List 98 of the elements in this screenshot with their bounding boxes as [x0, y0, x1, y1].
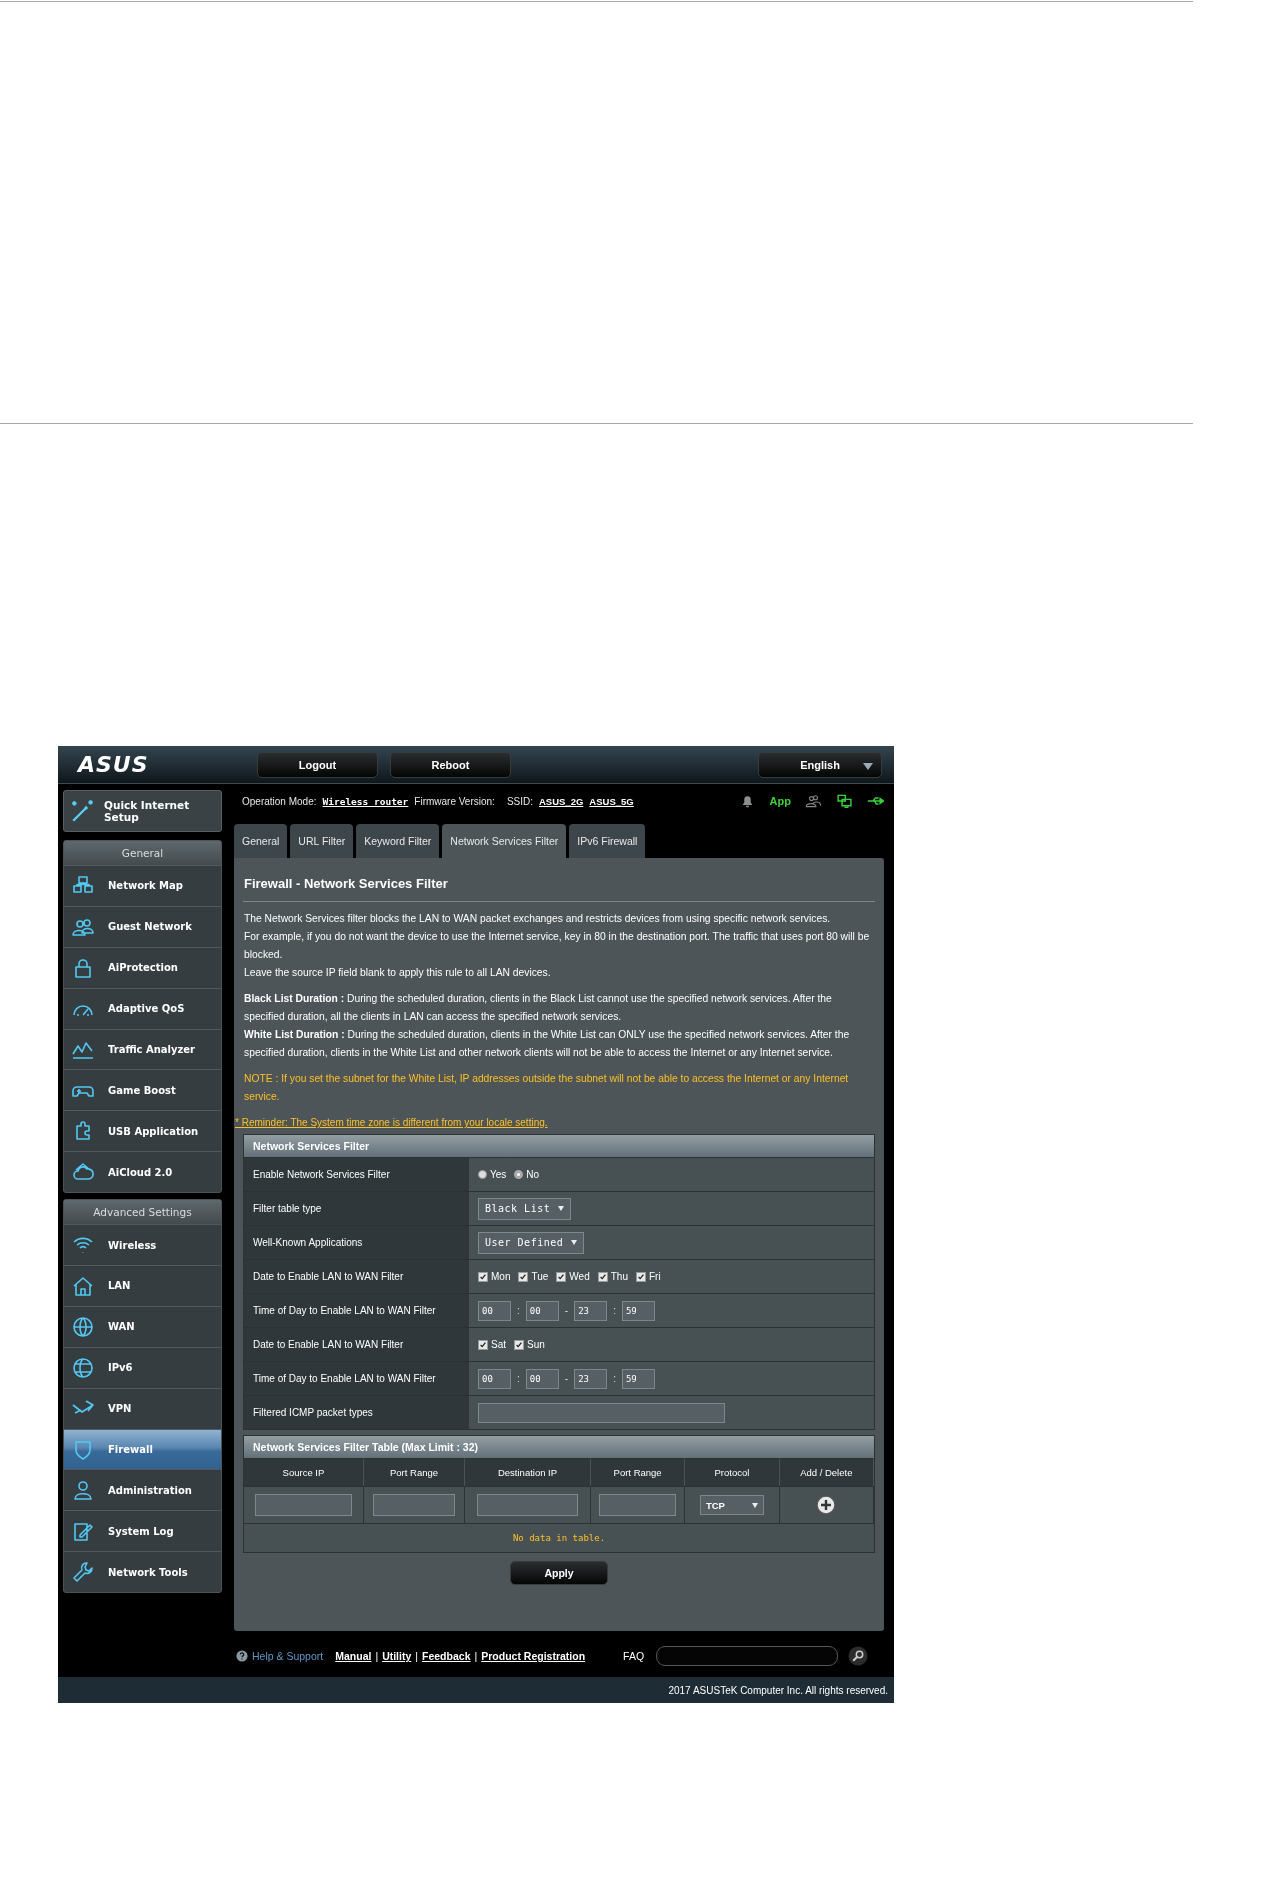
field-label: Date to Enable LAN to WAN Filter	[244, 1328, 469, 1361]
menu-section-title: General	[64, 841, 221, 865]
paragraph: White List Duration : During the scheduled duration, clients in the White List can ONLY use the specified network services. After the specified duration, clients in the White List and other network clients will not be able to access the Internet or any Internet service.	[243, 1028, 851, 1060]
time-separator: :	[517, 1305, 520, 1316]
footer-link[interactable]: Feedback	[422, 1650, 471, 1662]
field-label: Well-Known Applications	[244, 1226, 469, 1259]
sidebar-item[interactable]: Network Tools	[64, 1551, 221, 1593]
field-label: Filtered ICMP packet types	[244, 1396, 469, 1429]
faq-label: FAQ	[623, 1650, 645, 1662]
apply-button[interactable]: Apply	[510, 1561, 608, 1585]
time-field[interactable]: 00	[525, 1300, 559, 1321]
field-label: Enable Network Services Filter	[244, 1158, 469, 1191]
paragraph: The Network Services filter blocks the LAN to WAN packet exchanges and restricts devices from using specific network services.	[243, 912, 832, 926]
time-field[interactable]: 00	[525, 1368, 559, 1389]
field-label: Time of Day to Enable LAN to WAN Filter	[244, 1362, 469, 1395]
option-label: Sat	[491, 1339, 506, 1350]
language-dropdown[interactable]: English	[758, 751, 882, 778]
operation-mode-link[interactable]: Wireless router	[322, 795, 409, 807]
sidebar-item[interactable]: Guest Network	[64, 905, 221, 947]
time-field[interactable]: 23	[574, 1368, 608, 1389]
column-header: Port Range	[363, 1458, 466, 1486]
header-button[interactable]: Logout	[257, 751, 378, 778]
sidebar-item[interactable]: Traffic Analyzer	[64, 1028, 221, 1070]
time-separator: :	[613, 1305, 616, 1316]
sidebar-item[interactable]: AiProtection	[64, 946, 221, 988]
footer-link[interactable]: Utility	[382, 1650, 412, 1662]
operation-mode-label: Operation Mode:	[242, 795, 317, 807]
firmware-label: Firmware Version:	[414, 795, 495, 807]
time-field[interactable]: 00	[478, 1300, 511, 1321]
empty-message: No data in table.	[512, 1533, 606, 1543]
section-header: Network Services Filter	[244, 1135, 874, 1157]
ssid-label: SSID:	[506, 795, 533, 807]
field-label: Date to Enable LAN to WAN Filter	[244, 1260, 469, 1293]
time-separator: -	[564, 1305, 569, 1316]
dropdown[interactable]: Black List	[478, 1197, 572, 1220]
section-header: Network Services Filter Table (Max Limit : 32)	[244, 1436, 874, 1458]
sidebar-item[interactable]: Firewall	[64, 1428, 221, 1470]
time-field[interactable]: 59	[621, 1368, 655, 1389]
time-separator: :	[613, 1373, 616, 1384]
sidebar-item[interactable]: VPN	[64, 1387, 221, 1429]
option-label: Thu	[610, 1271, 628, 1282]
column-header: Protocol	[685, 1458, 780, 1486]
paragraph: For example, if you do not want the device to use the Internet service, key in 80 in the destination port. The traffic that uses port 80 will be blocked.	[243, 930, 871, 962]
column-header: Add / Delete	[779, 1458, 874, 1486]
tab[interactable]: Network Services Filter	[442, 824, 567, 858]
sidebar-item[interactable]: Network Map	[64, 865, 221, 906]
logo: ASUS	[78, 752, 149, 777]
sidebar-item[interactable]: Adaptive QoS	[64, 987, 221, 1029]
ssid-link[interactable]: ASUS_2G	[539, 795, 584, 807]
tab[interactable]: Keyword Filter	[356, 824, 440, 858]
tab[interactable]: URL Filter	[290, 824, 354, 858]
page-title: Firewall - Network Services Filter	[243, 876, 449, 891]
sidebar-item[interactable]: WAN	[64, 1305, 221, 1347]
time-field[interactable]: 23	[574, 1300, 608, 1321]
option-label: Tue	[531, 1271, 549, 1282]
menu-section-title: Advanced Settings	[64, 1200, 221, 1225]
link-separator: |	[375, 1650, 379, 1662]
header-button[interactable]: Reboot	[390, 751, 511, 778]
time-separator: :	[517, 1373, 520, 1384]
option-label: Wed	[569, 1271, 590, 1282]
dropdown[interactable]: User Defined	[478, 1231, 585, 1254]
option-label: Yes	[490, 1169, 507, 1180]
option-label: No	[526, 1169, 540, 1180]
time-separator: -	[564, 1373, 569, 1384]
sidebar-item[interactable]: System Log	[64, 1510, 221, 1552]
option-label: Fri	[648, 1271, 661, 1282]
app-link[interactable]: App	[769, 795, 791, 807]
reminder-link[interactable]: * Reminder: The System time zone is different from your locale setting.	[235, 1117, 548, 1128]
sidebar-item[interactable]: Wireless	[64, 1224, 221, 1265]
quick-setup-button[interactable]: Quick Internet Setup	[63, 790, 222, 832]
sidebar-item[interactable]: Game Boost	[64, 1069, 221, 1111]
sidebar-item[interactable]: AiCloud 2.0	[64, 1151, 221, 1193]
paragraph: NOTE : If you set the subnet for the White List, IP addresses outside the subnet will not be able to access the Internet or any Internet service.	[243, 1072, 850, 1104]
tab[interactable]: IPv6 Firewall	[569, 824, 646, 858]
paragraph: Black List Duration : During the scheduled duration, clients in the Black List cannot use the specified network services. After the specified duration, all the clients in LAN can access the specified network services.	[243, 992, 833, 1024]
field-label: Filter table type	[244, 1192, 469, 1225]
paragraph: Leave the source IP field blank to apply this rule to all LAN devices.	[243, 966, 552, 980]
link-separator: |	[415, 1650, 419, 1662]
sidebar-item[interactable]: IPv6	[64, 1346, 221, 1388]
footer-link[interactable]: Manual	[335, 1650, 372, 1662]
sidebar-item[interactable]: USB Application	[64, 1110, 221, 1152]
time-field[interactable]: 00	[478, 1368, 511, 1389]
help-support-link[interactable]: Help & Support	[252, 1650, 324, 1662]
time-field[interactable]: 59	[621, 1300, 655, 1321]
copyright: 2017 ASUSTeK Computer Inc. All rights reserved.	[668, 1684, 888, 1696]
column-header: Destination IP	[465, 1458, 591, 1486]
field-label: Time of Day to Enable LAN to WAN Filter	[244, 1294, 469, 1327]
sidebar-item[interactable]: LAN	[64, 1265, 221, 1306]
column-header: Port Range	[590, 1458, 686, 1486]
sidebar-item[interactable]: Administration	[64, 1469, 221, 1511]
option-label: Sun	[527, 1339, 545, 1350]
tab[interactable]: General	[234, 824, 288, 858]
link-separator: |	[474, 1650, 478, 1662]
protocol-dropdown[interactable]: TCP	[699, 1495, 764, 1515]
column-header: Source IP	[244, 1458, 364, 1486]
footer-link[interactable]: Product Registration	[481, 1650, 586, 1662]
ssid-link[interactable]: ASUS_5G	[589, 795, 634, 807]
option-label: Mon	[491, 1271, 511, 1282]
